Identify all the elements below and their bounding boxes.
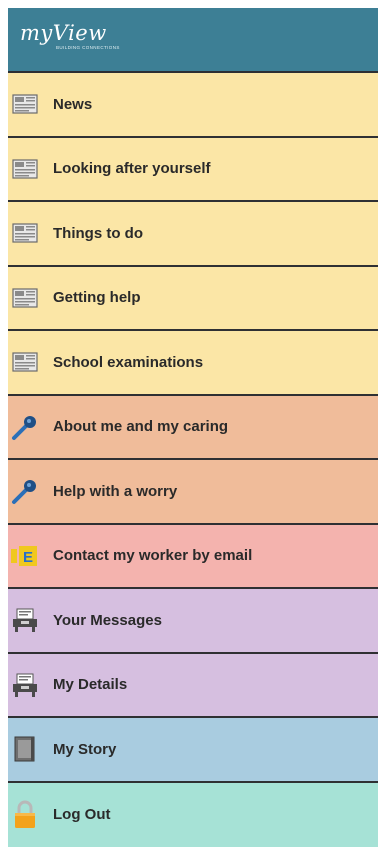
newspaper-icon: [10, 89, 40, 119]
inbox-icon: [10, 670, 40, 700]
menu-item-getting-help[interactable]: Getting help: [8, 266, 378, 331]
menu-item-label: Log Out: [53, 806, 111, 824]
svg-text:E: E: [23, 549, 33, 566]
menu-item-things-to-do[interactable]: Things to do: [8, 202, 378, 267]
notebook-icon: [10, 734, 40, 764]
menu-item-looking-after-yourself[interactable]: Looking after yourself: [8, 137, 378, 202]
menu-item-label: About me and my caring: [53, 418, 229, 436]
menu-item-label: My Story: [53, 740, 117, 758]
microphone-icon: [10, 476, 40, 506]
menu-item-label: Getting help: [53, 289, 141, 307]
menu-item-label: News: [53, 95, 93, 113]
menu-item-label: Contact my worker by email: [53, 547, 253, 565]
newspaper-icon: [10, 283, 40, 313]
menu-item-log-out[interactable]: Log Out: [8, 782, 378, 847]
newspaper-icon: [10, 347, 40, 377]
menu-item-contact-worker-email[interactable]: E Contact my worker by email: [8, 524, 378, 589]
newspaper-icon: [10, 218, 40, 248]
drawer-header: myView BUILDING CONNECTIONS: [8, 8, 378, 73]
menu-item-label: My Details: [53, 676, 128, 694]
inbox-icon: [10, 605, 40, 635]
menu-item-my-details[interactable]: My Details: [8, 653, 378, 718]
logo-tagline: BUILDING CONNECTIONS: [56, 45, 120, 50]
email-icon: E: [10, 541, 40, 571]
menu-item-label: Things to do: [53, 224, 143, 242]
menu-item-your-messages[interactable]: Your Messages: [8, 589, 378, 654]
menu-item-news[interactable]: News: [8, 73, 378, 138]
menu-item-label: School examinations: [53, 353, 204, 371]
menu-item-help-with-a-worry[interactable]: Help with a worry: [8, 460, 378, 525]
menu-item-school-examinations[interactable]: School examinations: [8, 331, 378, 396]
menu-item-about-me-and-my-caring[interactable]: About me and my caring: [8, 395, 378, 460]
myview-logo: myView BUILDING CONNECTIONS: [20, 21, 119, 50]
newspaper-icon: [10, 154, 40, 184]
menu-item-my-story[interactable]: My Story: [8, 718, 378, 783]
menu-item-label: Help with a worry: [53, 482, 178, 500]
menu-item-label: Looking after yourself: [53, 160, 211, 178]
menu-item-label: Your Messages: [53, 611, 162, 629]
padlock-icon: [10, 800, 40, 830]
navigation-drawer: myView BUILDING CONNECTIONS News Looking…: [8, 8, 378, 847]
microphone-icon: [10, 412, 40, 442]
logo-text: myView: [20, 21, 107, 45]
